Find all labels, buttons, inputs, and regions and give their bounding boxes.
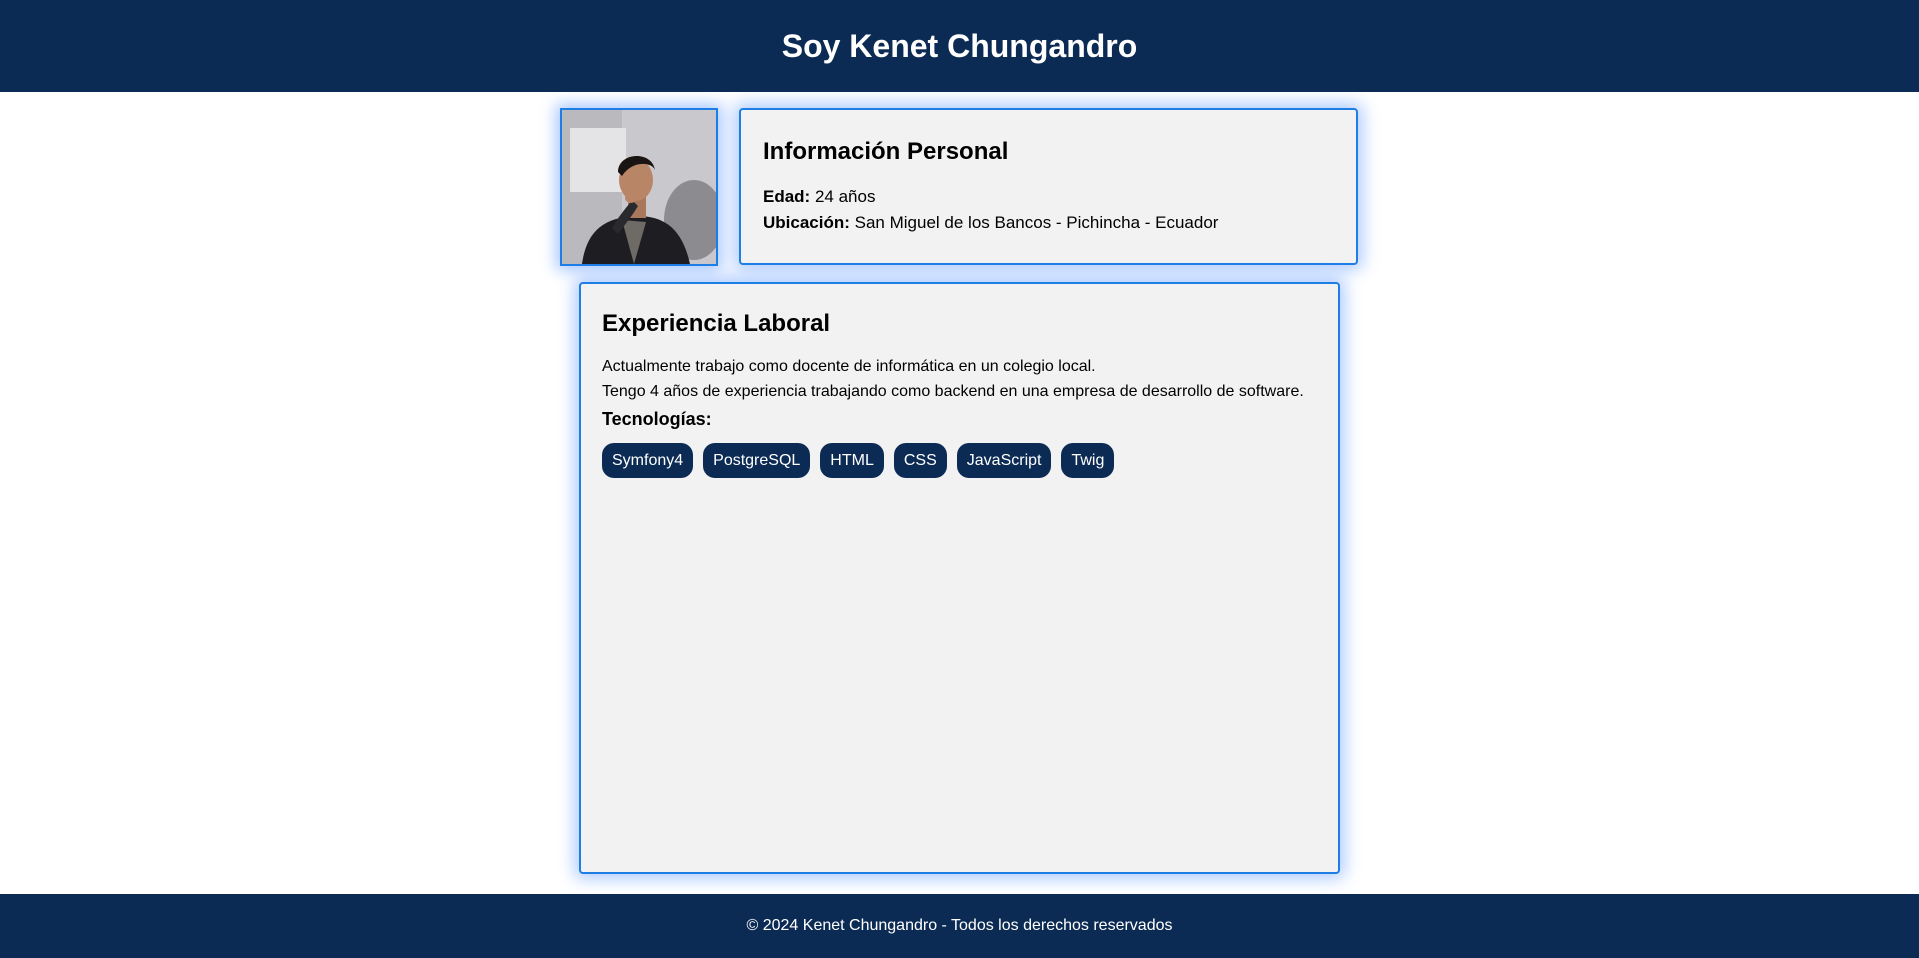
age-row: Edad: 24 años [763,184,1334,210]
page-header: Soy Kenet Chungandro [0,0,1919,92]
tech-chip-twig: Twig [1061,443,1115,478]
age-label: Edad: [763,187,811,206]
location-value: San Miguel de los Bancos - Pichincha - E… [854,213,1219,232]
copyright-text: © 2024 Kenet Chungandro - Todos los dere… [746,917,1173,934]
technology-list: Symfony4 PostgreSQL HTML CSS JavaScript … [602,443,1317,478]
location-label: Ubicación: [763,213,850,232]
age-value: 24 años [814,187,876,206]
page-title: Soy Kenet Chungandro [781,27,1138,64]
tech-chip-postgresql: PostgreSQL [703,443,811,478]
experience-line-backend: Tengo 4 años de experiencia trabajando c… [602,383,1304,400]
experience-line-teaching: Actualmente trabajo como docente de info… [602,358,1096,375]
tech-chip-html: HTML [820,443,884,478]
location-row: Ubicación: San Miguel de los Bancos - Pi… [763,210,1334,236]
tech-chip-symfony4: Symfony4 [602,443,694,478]
technologies-heading: Tecnologías: [602,409,712,429]
experience-heading: Experiencia Laboral [602,310,831,337]
personal-info-heading: Información Personal [763,138,1009,165]
experience-card: Experiencia Laboral Actualmente trabajo … [579,282,1340,874]
tech-chip-javascript: JavaScript [956,443,1052,478]
personal-info-card: Información Personal Edad: 24 años Ubica… [739,108,1358,265]
page-footer: © 2024 Kenet Chungandro - Todos los dere… [0,894,1919,958]
profile-photo [560,108,718,266]
portrait-image [562,110,716,264]
tech-chip-css: CSS [893,443,947,478]
